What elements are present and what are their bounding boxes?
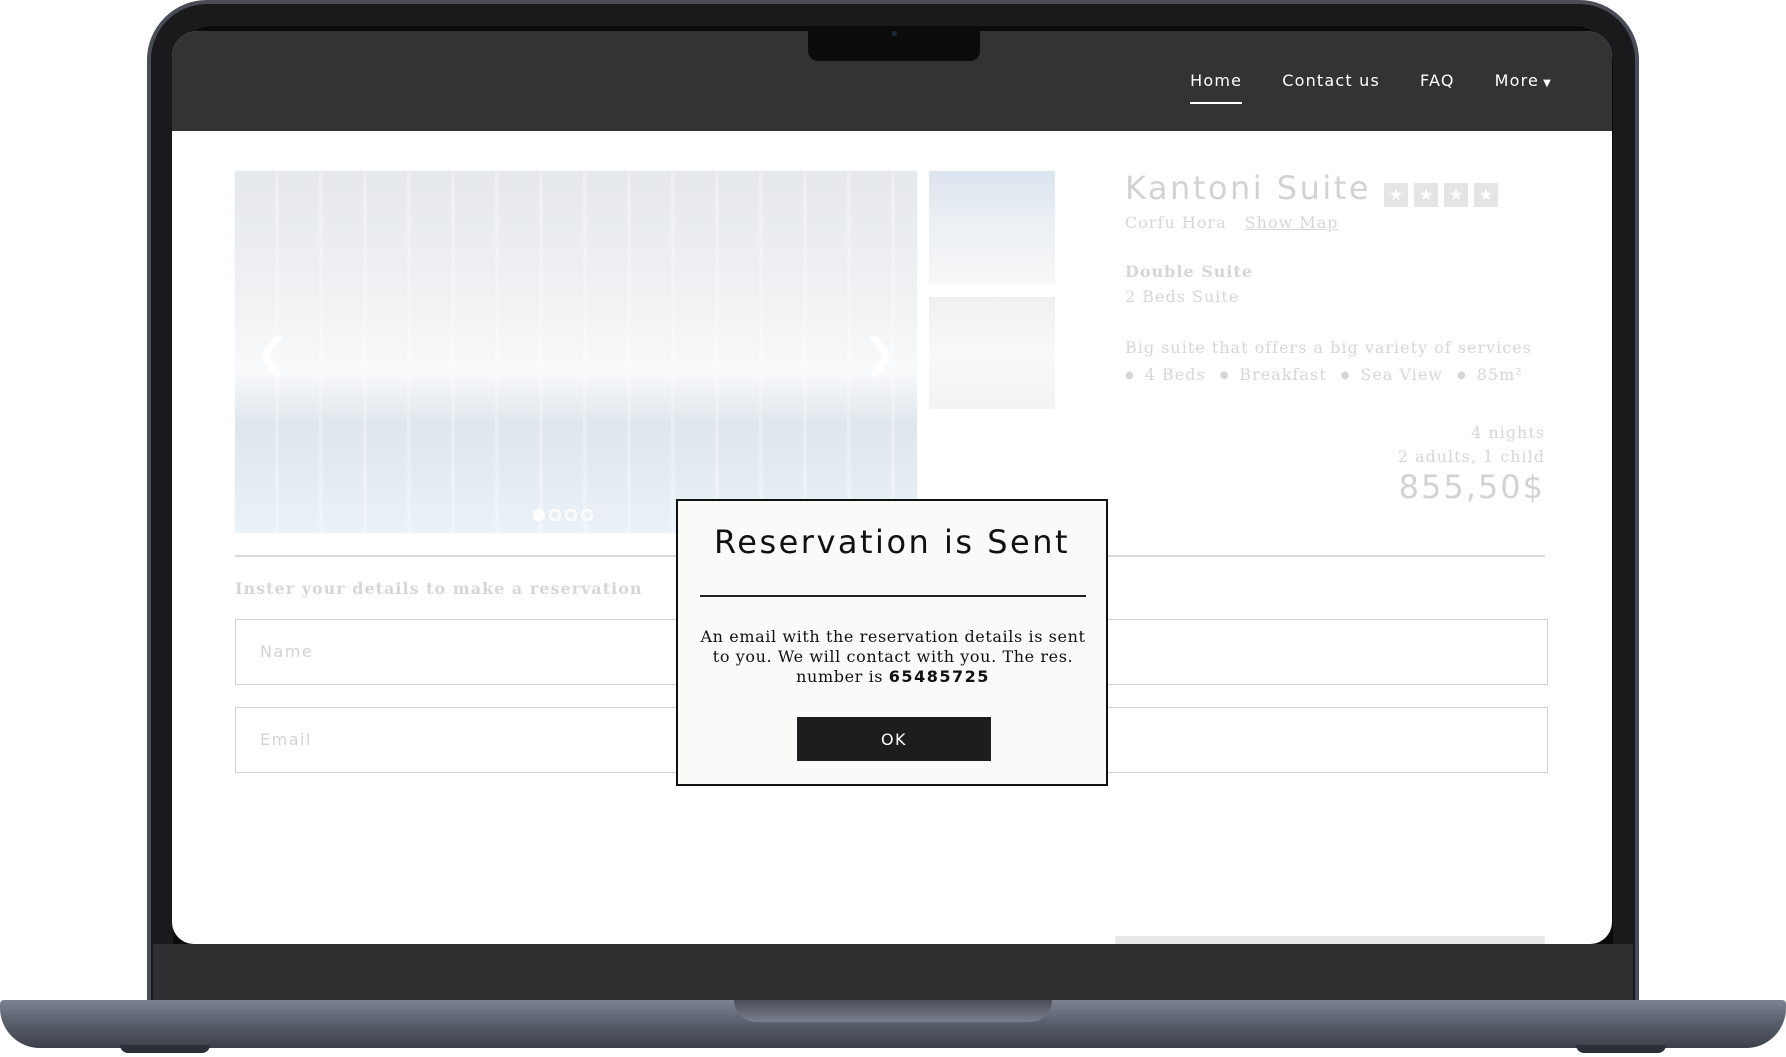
reservation-number: 65485725 [888, 667, 990, 686]
thumbnail-sea-view[interactable] [929, 171, 1055, 283]
laptop-opening-notch [734, 1000, 1052, 1022]
scrollbar[interactable] [1115, 936, 1545, 944]
laptop-chin [153, 944, 1633, 1004]
modal-message: An email with the reservation details is… [698, 627, 1088, 687]
nav-faq[interactable]: FAQ [1420, 71, 1455, 104]
reservation-modal: Reservation is Sent An email with the re… [676, 499, 1108, 786]
chevron-left-icon[interactable]: ❮ [255, 331, 289, 377]
camera-notch [808, 31, 980, 61]
caret-down-icon: ▼ [1543, 78, 1552, 89]
nav-links: Home Contact us FAQ More ▼ [1190, 71, 1552, 104]
carousel-dot[interactable] [549, 509, 561, 521]
page-content: ❮ ❯ Kantoni Suite ★ ★ ★ ★ Corfu Hora Sho… [172, 131, 1612, 944]
room-type: Double Suite [1125, 262, 1254, 281]
carousel-dot[interactable] [565, 509, 577, 521]
amenity-item: Sea View [1341, 365, 1443, 384]
camera-icon [892, 31, 897, 36]
modal-divider [700, 595, 1086, 597]
star-icon: ★ [1384, 182, 1409, 207]
show-map-link[interactable]: Show Map [1245, 213, 1339, 232]
nav-more-label: More [1494, 71, 1540, 90]
star-icon: ★ [1444, 182, 1469, 207]
main-photo: ❮ ❯ [235, 171, 917, 533]
carousel-dot[interactable] [581, 509, 593, 521]
laptop-foot-right [1576, 1045, 1666, 1053]
nav-more[interactable]: More ▼ [1495, 71, 1552, 104]
amenity-item: Breakfast [1220, 365, 1327, 384]
laptop-screen: Home Contact us FAQ More ▼ ❮ ❯ Kantoni S… [172, 31, 1612, 944]
room-subtype: 2 Beds Suite [1125, 287, 1240, 306]
star-rating: ★ ★ ★ ★ [1384, 182, 1499, 207]
suite-location: Corfu Hora [1125, 213, 1227, 232]
amenity-item: 4 Beds [1125, 365, 1206, 384]
carousel-dots [533, 509, 593, 521]
chevron-right-icon[interactable]: ❯ [863, 331, 897, 377]
stay-summary: 4 nights 2 adults, 1 child 855,50$ [1172, 421, 1545, 506]
ok-button[interactable]: OK [797, 717, 991, 761]
guests-count: 2 adults, 1 child [1397, 447, 1545, 466]
amenities-list: 4 Beds Breakfast Sea View 85m² [1125, 365, 1545, 384]
suite-title: Kantoni Suite [1125, 169, 1371, 207]
nights-count: 4 nights [1471, 423, 1545, 442]
thumbnail-interior[interactable] [929, 297, 1055, 409]
navbar: Home Contact us FAQ More ▼ [172, 31, 1612, 131]
room-description: Big suite that offers a big variety of s… [1125, 338, 1532, 357]
carousel-dot[interactable] [533, 509, 545, 521]
star-icon: ★ [1414, 182, 1439, 207]
modal-title: Reservation is Sent [713, 523, 1071, 561]
star-icon: ★ [1474, 182, 1499, 207]
suite-info: Kantoni Suite ★ ★ ★ ★ Corfu Hora Show Ma… [1125, 169, 1545, 384]
laptop-foot-left [120, 1045, 210, 1053]
form-prompt: Inster your details to make a reservatio… [235, 579, 643, 598]
nav-contact-us[interactable]: Contact us [1282, 71, 1380, 104]
amenity-item: 85m² [1457, 365, 1523, 384]
total-price: 855,50$ [1398, 468, 1545, 506]
nav-home[interactable]: Home [1190, 71, 1243, 104]
